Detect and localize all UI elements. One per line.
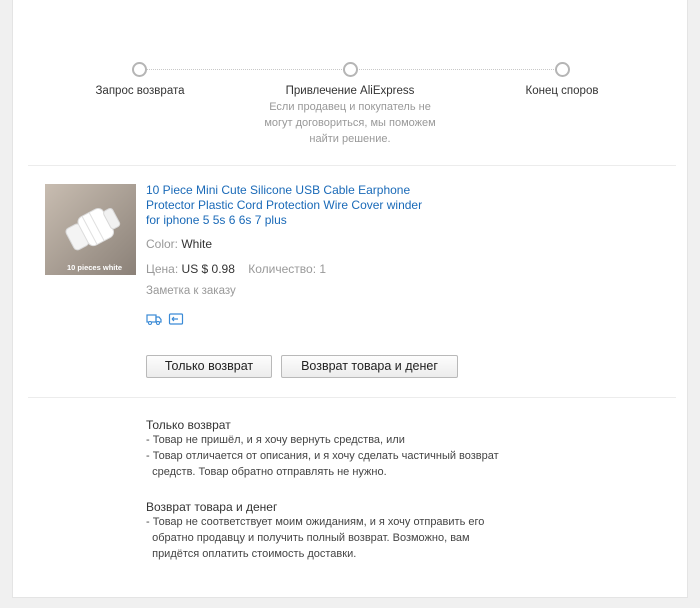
product-color: Color: White: [146, 237, 213, 251]
step-label-aliexpress: Привлечение AliExpress: [285, 85, 415, 97]
step-label-request: Запрос возврата: [95, 85, 185, 97]
refund-only-line: средств. Товар обратно отправлять не нуж…: [146, 466, 387, 478]
product-price-quantity: Цена: US $ 0.98 Количество: 1: [146, 262, 327, 276]
return-line: придётся оплатить стоимость доставки.: [146, 548, 357, 560]
step-dot-1: [132, 62, 147, 77]
refund-only-line: - Товар отличается от описания, и я хочу…: [146, 450, 499, 462]
product-title-link[interactable]: 10 Piece Mini Cute Silicone USB Cable Ea…: [146, 183, 446, 228]
step-dot-3: [555, 62, 570, 77]
shipping-icons: [146, 312, 184, 326]
product-image[interactable]: 10 pieces white: [45, 184, 136, 275]
order-note-link[interactable]: Заметка к заказу: [146, 285, 236, 297]
return-and-refund-title: Возврат товара и денег: [146, 500, 278, 514]
refund-only-line: - Товар не пришёл, и я хочу вернуть сред…: [146, 434, 405, 446]
shipping-box-icon[interactable]: [168, 312, 184, 326]
image-caption: 10 pieces white: [67, 263, 123, 272]
delivery-truck-icon[interactable]: [146, 312, 162, 326]
return-and-refund-button[interactable]: Возврат товара и денег: [281, 355, 458, 378]
refund-only-title: Только возврат: [146, 418, 231, 432]
step-label-end: Конец споров: [525, 85, 599, 97]
refund-only-button[interactable]: Только возврат: [146, 355, 272, 378]
cable-protector-illustration: [45, 184, 136, 275]
step-dot-2: [343, 62, 358, 77]
section-divider-2: [28, 397, 676, 398]
section-divider: [28, 165, 676, 166]
return-line: - Товар не соответствует моим ожиданиям,…: [146, 516, 485, 528]
step-description: Если продавец и покупатель не могут дого…: [264, 101, 436, 145]
return-line: обратно продавцу и получить полный возвр…: [146, 532, 470, 544]
